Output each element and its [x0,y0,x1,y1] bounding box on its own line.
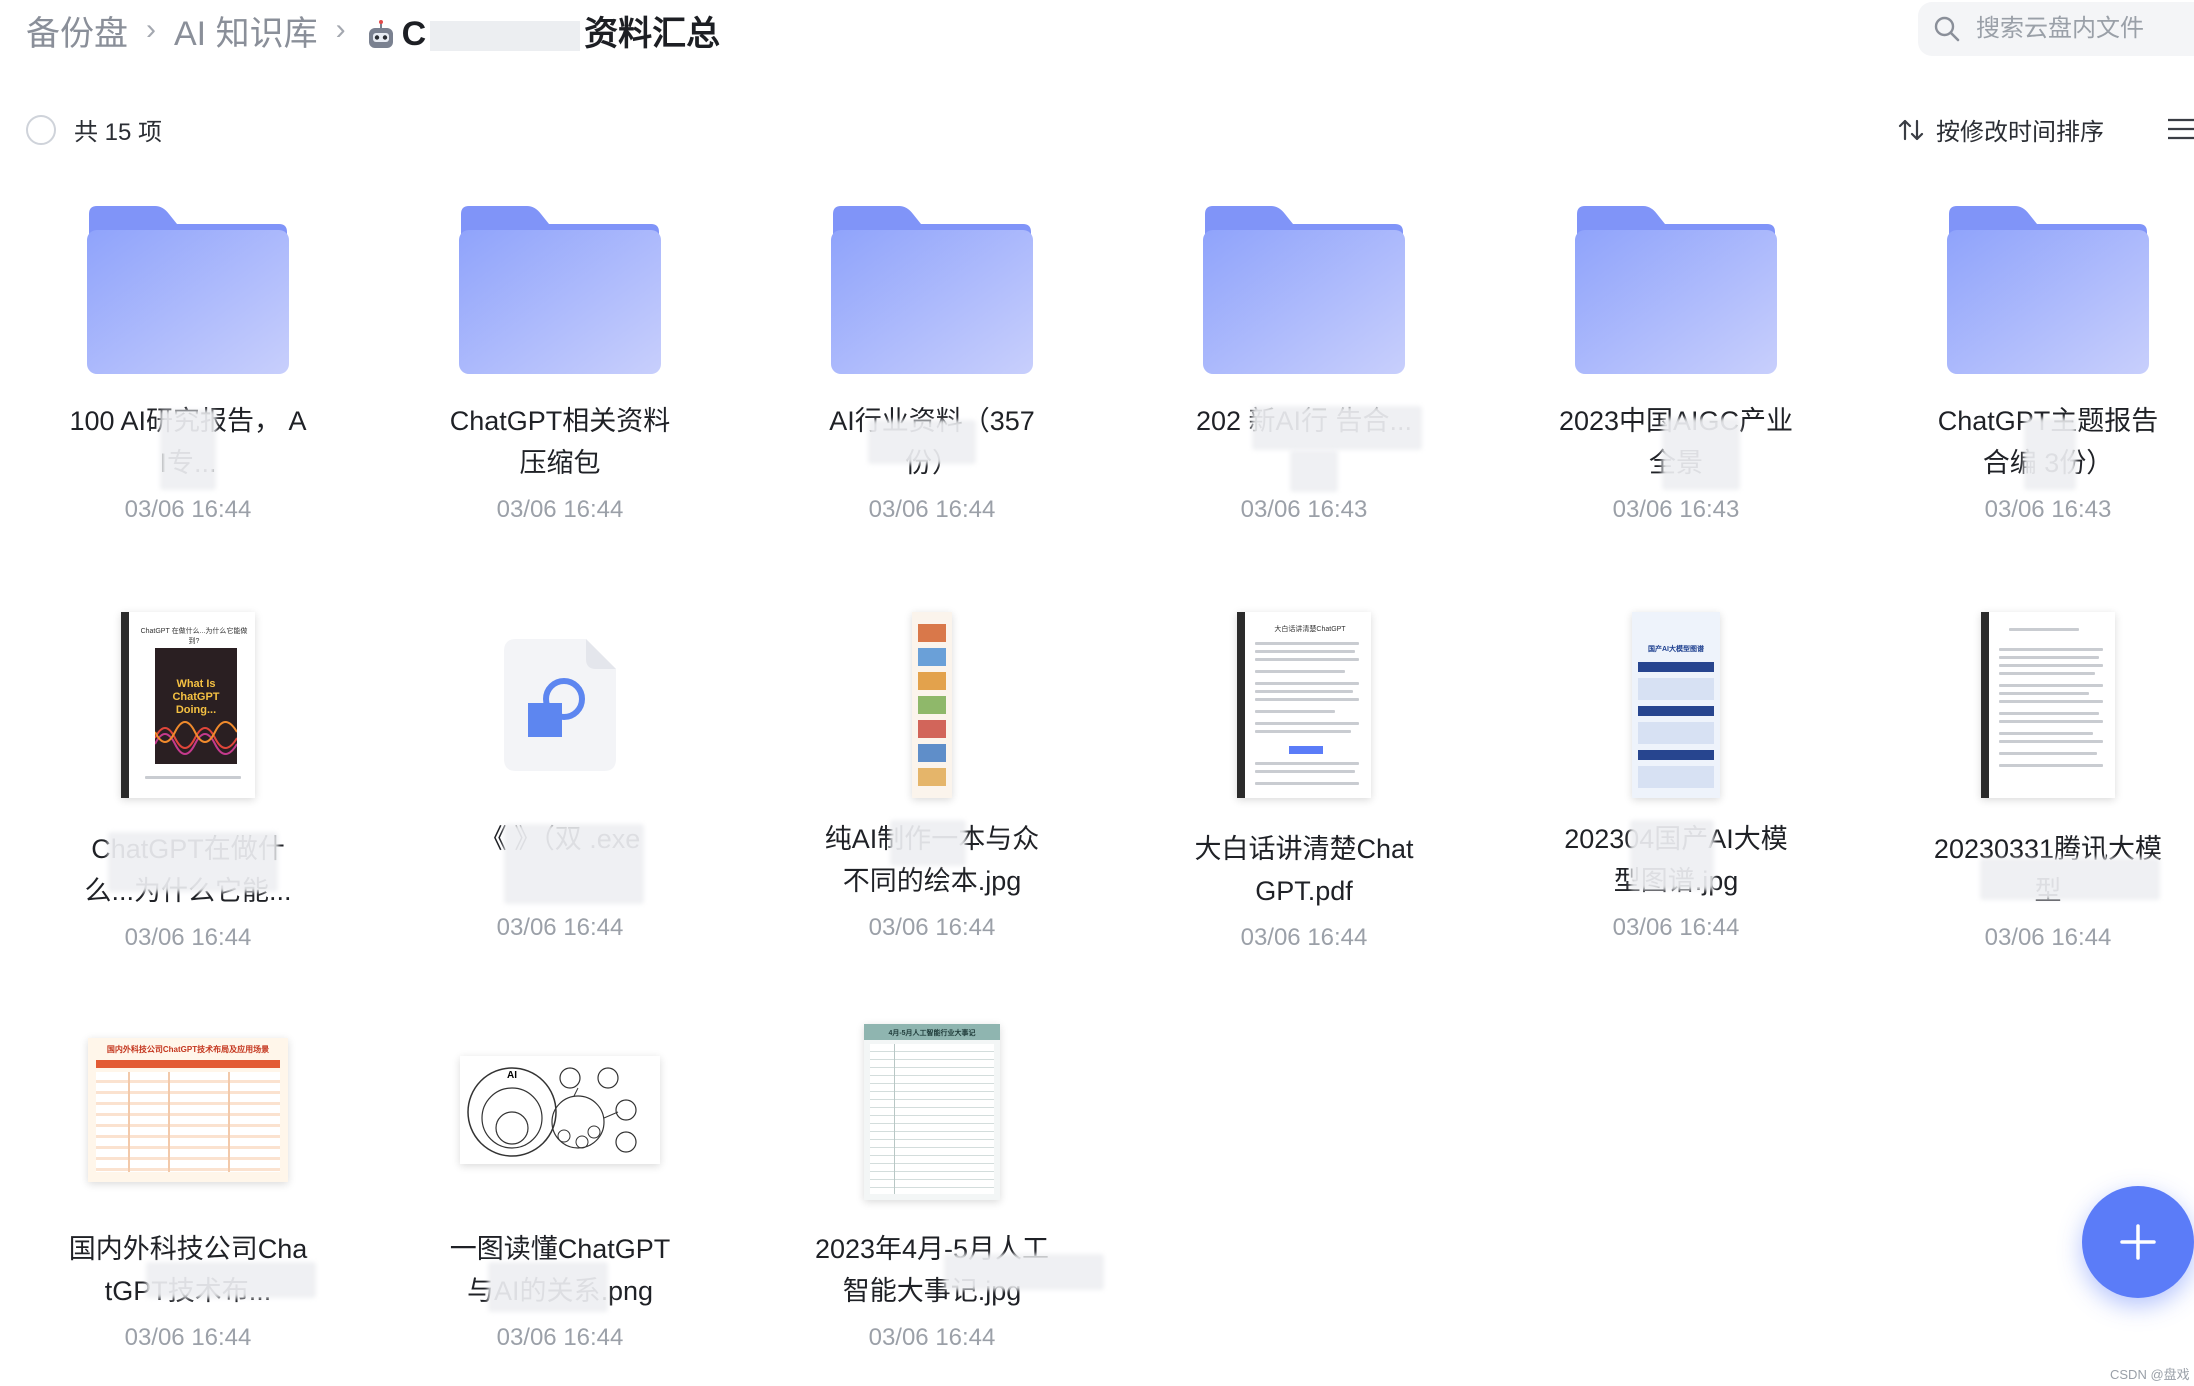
thumbnail-title: 国产AI大模型图谱 [1648,646,1704,653]
sort-button[interactable]: 按修改时间排序 [1896,112,2104,147]
breadcrumb: 备份盘 › AI 知识库 › C 资料汇总 [26,6,720,54]
breadcrumb-current-suffix: 资料汇总 [584,14,721,53]
redaction-block [430,20,581,51]
file-date: 03/06 16:44 [868,914,996,941]
file-name[interactable]: ChatGPT相关资料压缩包 [440,400,680,484]
thumbnail-title: ChatGPT 在做什么...为什么它能做到? [140,628,248,645]
toolbar-left: 共 15 项 [26,112,162,147]
redaction-block [1630,820,1714,890]
file-date: 03/06 16:44 [1612,914,1740,941]
search-input[interactable] [1974,14,2194,44]
image-thumbnail [912,612,952,798]
folder-icon [831,206,1033,374]
redaction-block [1252,406,1422,450]
redaction-block [944,1254,1104,1290]
file-date: 03/06 16:43 [1612,496,1740,523]
breadcrumb-current-prefix: C [401,14,427,53]
file-date: 03/06 16:44 [496,496,624,523]
book-cover-title: What Is ChatGPT Doing... [172,678,220,716]
diagram-ai-label: AI [507,1070,517,1081]
redaction-block [160,410,216,490]
file-date: 03/06 16:44 [868,496,996,523]
file-date: 03/06 16:44 [1240,924,1368,951]
redaction-block [488,1262,608,1312]
folder-icon [459,206,661,374]
pdf-thumbnail [1981,612,2115,798]
chevron-right-icon: › [335,13,346,46]
folder-icon [1203,206,1405,374]
file-date: 03/06 16:44 [1984,924,2112,951]
redaction-block [2024,418,2076,490]
file-name[interactable]: 大白话讲清楚ChatGPT.pdf [1184,828,1424,912]
file-date: 03/06 16:44 [496,1324,624,1351]
file-date: 03/06 16:43 [1240,496,1368,523]
search-box[interactable] [1918,2,2194,56]
select-all-checkbox[interactable] [26,114,56,145]
add-button[interactable] [2082,1186,2194,1298]
redaction-block [108,832,278,892]
robot-icon [368,19,393,48]
pdf-thumbnail: ChatGPT 在做什么...为什么它能做到? What Is ChatGPT … [121,612,255,798]
file-date: 03/06 16:44 [868,1324,996,1351]
sort-label: 按修改时间排序 [1936,119,2104,146]
list-view-icon[interactable] [2166,116,2194,142]
pdf-thumbnail: 大白话讲清楚ChatGPT [1237,612,1371,798]
breadcrumb-current: C 资料汇总 [364,6,721,55]
redaction-block [890,820,966,866]
item-count: 共 15 项 [74,119,163,146]
redaction-block [504,824,644,904]
breadcrumb-root[interactable]: 备份盘 [26,6,128,55]
breadcrumb-ai-knowledge[interactable]: AI 知识库 [174,6,318,55]
thumbnail-title: 大白话讲清楚ChatGPT [1274,626,1346,633]
book-cover: What Is ChatGPT Doing... [155,648,237,764]
sort-icon [1898,119,1924,140]
file-date: 03/06 16:44 [124,496,252,523]
file-date: 03/06 16:44 [124,1324,252,1351]
redaction-block [1980,858,2160,900]
redaction-block [1662,418,1740,490]
redaction-block [868,420,976,464]
chevron-right-icon: › [146,13,156,46]
wave-graphic [155,721,237,755]
folder-icon [87,206,289,374]
image-thumbnail: 4月-5月人工智能行业大事记 [864,1024,1000,1200]
plus-icon [2120,1224,2156,1260]
file-date: 03/06 16:44 [124,924,252,951]
file-date: 03/06 16:44 [496,914,624,941]
app-file-icon [504,639,616,771]
diagram-thumbnail: AI [460,1056,660,1164]
redaction-block [146,1262,316,1298]
file-date: 03/06 16:43 [1984,496,2112,523]
search-icon [1934,16,1960,42]
folder-icon [1947,206,2149,374]
watermark: CSDN @盘戏 [2110,1367,2190,1382]
redaction-block [1290,450,1338,492]
thumbnail-title: 国内外科技公司ChatGPT技术布局及应用场景 [106,1045,270,1054]
image-thumbnail: 国内外科技公司ChatGPT技术布局及应用场景 [88,1038,288,1182]
thumbnail-title: 4月-5月人工智能行业大事记 [888,1030,976,1037]
folder-icon [1575,206,1777,374]
image-thumbnail: 国产AI大模型图谱 [1632,612,1720,798]
